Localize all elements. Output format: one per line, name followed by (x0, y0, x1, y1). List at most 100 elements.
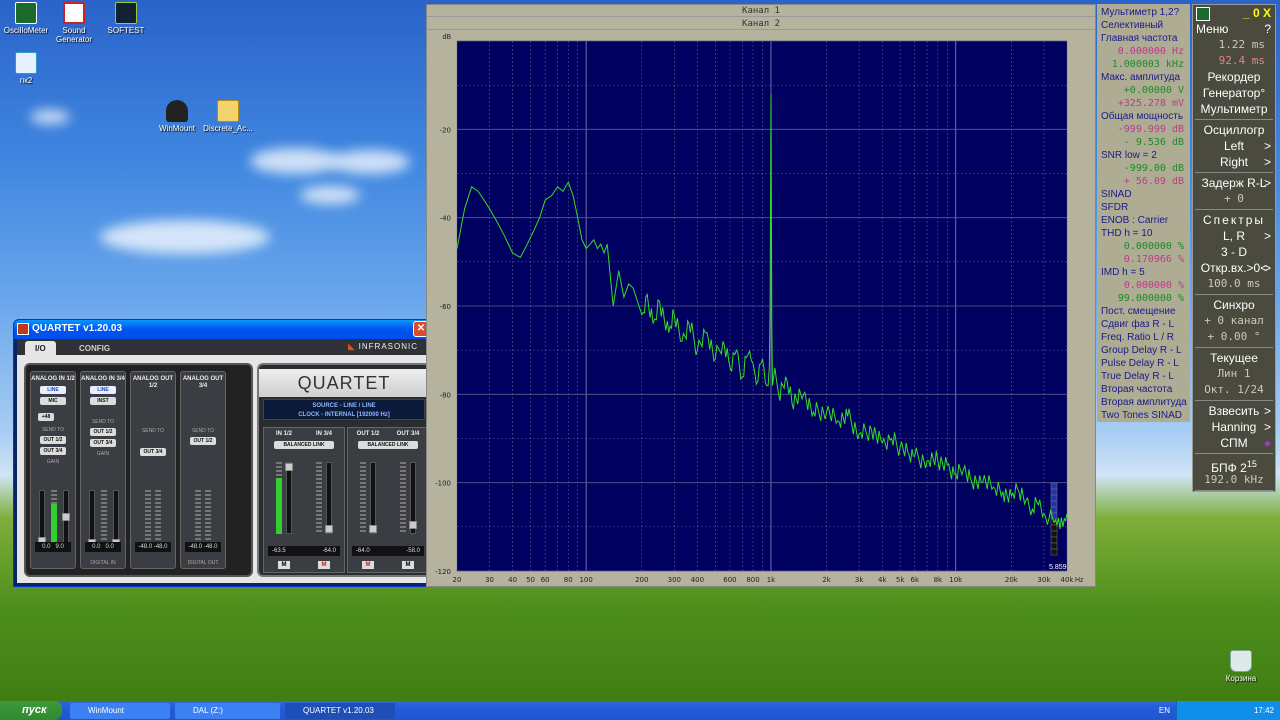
send-out34-button[interactable]: OUT 3/4 (90, 439, 116, 447)
task-dal[interactable]: DAL (Z:) (175, 703, 280, 719)
spectrum-chart[interactable]: -20 -40 -60 -80 -100 -12020 30 40 50 60 80 100 200 30… (427, 31, 1095, 587)
control-item[interactable]: L, R > (1193, 228, 1275, 244)
phantom-button[interactable]: +48 (38, 413, 54, 421)
fader-knob[interactable] (325, 525, 333, 533)
multimeter-line[interactable]: IMD h = 5 (1101, 266, 1190, 279)
multimeter-line[interactable]: SNR low = 2 (1101, 149, 1190, 162)
send-out34-button[interactable]: OUT 3/4 (40, 447, 66, 455)
send-out12-button[interactable]: OUT 1/2 (40, 436, 66, 444)
fader-knob[interactable] (285, 463, 293, 471)
control-item[interactable]: Мультиметр (1193, 101, 1275, 117)
multimeter-line[interactable]: Freq. Ratio L / R (1101, 331, 1190, 344)
control-item[interactable]: Left > (1193, 138, 1275, 154)
gain-fader[interactable] (62, 490, 70, 548)
send-to-label: SEND TO (191, 428, 215, 434)
desktop-icon-label: WinMount (158, 124, 195, 133)
multimeter-line[interactable]: Two Tones SINAD (1101, 409, 1190, 422)
monitor-fader[interactable] (409, 462, 417, 534)
gain-fader[interactable] (112, 490, 120, 548)
tab-config[interactable]: CONFIG (69, 341, 120, 355)
desktop-icon-discrete-ac[interactable]: Discrete_Ac... (200, 100, 256, 133)
monitor-fader[interactable] (369, 462, 377, 534)
menu-button[interactable]: Меню? (1193, 21, 1275, 37)
help-button[interactable]: ? (1264, 21, 1271, 37)
multimeter-line[interactable]: Вторая амплитуда (1101, 396, 1190, 409)
control-item[interactable]: Откр.вх.>0< > (1193, 260, 1275, 276)
send-out34-button[interactable]: OUT 3/4 (140, 448, 166, 456)
desktop-icon-winmount[interactable]: WinMount (149, 100, 205, 133)
gain-fader[interactable] (38, 490, 46, 548)
monitor-fader[interactable] (285, 462, 293, 534)
fader-knob[interactable] (409, 521, 417, 529)
control-item[interactable]: Взвесить > (1193, 403, 1275, 419)
mute-button[interactable]: M (362, 561, 374, 569)
multimeter-line[interactable]: True Delay R - L (1101, 370, 1190, 383)
fader-knob[interactable] (62, 513, 70, 521)
send-out12-button[interactable]: OUT 1/2 (190, 437, 216, 445)
multimeter-line[interactable]: Pulse Delay R - L (1101, 357, 1190, 370)
control-item[interactable]: 3 - D (1193, 244, 1275, 260)
desktop-icon-sound-generator[interactable]: Sound Generator (46, 2, 102, 44)
multimeter-line[interactable]: Пост. смещение (1101, 305, 1190, 318)
multimeter-line[interactable]: Общая мощность (1101, 110, 1190, 123)
task-quartet[interactable]: QUARTET v1.20.03 (285, 703, 395, 719)
separator (1195, 453, 1273, 454)
balanced-link-button[interactable]: BALANCED LINK (274, 441, 334, 449)
control-item[interactable]: Синхро (1193, 297, 1275, 313)
control-item[interactable]: БПФ 215 (1193, 456, 1275, 475)
control-panel[interactable]: _ 0 X Меню? 1.22 ms 92.4 ms Рекордер Гене… (1192, 4, 1276, 492)
control-item-label: Задерж R-L (1201, 176, 1267, 190)
control-item[interactable]: Задерж R-L > (1193, 175, 1275, 191)
balanced-link-button[interactable]: BALANCED LINK (358, 441, 418, 449)
desktop-icon-recycle-bin[interactable]: Корзина (1213, 650, 1269, 683)
window-buttons[interactable]: _ 0 X (1243, 5, 1271, 21)
multimeter-line[interactable]: SFDR (1101, 201, 1190, 214)
language-indicator[interactable]: EN (1159, 701, 1170, 720)
control-item[interactable]: СПМ ● (1193, 435, 1275, 451)
mute-button[interactable]: M (402, 561, 414, 569)
control-item[interactable]: Спектры (1193, 212, 1275, 228)
multimeter-line[interactable]: Group Delay R - L (1101, 344, 1190, 357)
multimeter-line[interactable]: Макс. амплитуда (1101, 71, 1190, 84)
multimeter-panel[interactable]: Мультиметр 1,2? Селективный Главная часто… (1097, 4, 1190, 422)
desktop-icon-pk2[interactable]: пк2 (0, 52, 54, 85)
control-item[interactable]: Рекордер (1193, 69, 1275, 85)
control-item[interactable]: Генератор° (1193, 85, 1275, 101)
brand-logo: ◣ INFRASONIC (348, 342, 418, 351)
multimeter-line[interactable]: Селективный (1101, 19, 1190, 32)
line-button[interactable]: LINE (40, 386, 66, 394)
fader-knob[interactable] (369, 525, 377, 533)
control-item-label: Лин 1 (1217, 367, 1251, 380)
control-item[interactable]: Осциллогр (1193, 122, 1275, 138)
spectrum-window[interactable]: Канал 1 Канал 2 -20 -40 -60 -80 -100 -120 20 30… (426, 4, 1096, 587)
multimeter-line[interactable]: Вторая частота (1101, 383, 1190, 396)
multimeter-line[interactable]: THD h = 10 (1101, 227, 1190, 240)
multimeter-line[interactable]: ENOB : Carrier (1101, 214, 1190, 227)
mic-button[interactable]: MIC (40, 397, 66, 405)
task-winmount[interactable]: WinMount (70, 703, 170, 719)
multimeter-line[interactable]: Сдвиг фаз R - L (1101, 318, 1190, 331)
control-item[interactable]: Right > (1193, 154, 1275, 170)
mute-button[interactable]: M (318, 561, 330, 569)
multimeter-line[interactable]: SINAD (1101, 188, 1190, 201)
chevron-right-icon: > (1263, 155, 1271, 169)
desktop-icon-softest[interactable]: SOFTEST (98, 2, 154, 35)
monitor-fader[interactable] (325, 462, 333, 534)
quartet-titlebar[interactable]: QUARTET v1.20.03 ✕ (14, 320, 431, 339)
channel-1-header[interactable]: Канал 1 (427, 5, 1095, 17)
quartet-window[interactable]: QUARTET v1.20.03 ✕ I/O CONFIG ◣ INFRASON… (13, 319, 432, 587)
multimeter-line[interactable]: Главная частота (1101, 32, 1190, 45)
start-button[interactable]: пуск (0, 701, 62, 720)
clock[interactable]: 17:42 (1254, 706, 1274, 715)
tab-io[interactable]: I/O (25, 341, 56, 355)
control-item[interactable]: Текущее (1193, 350, 1275, 366)
level-meter (51, 490, 57, 548)
control-item[interactable]: Hanning > (1193, 419, 1275, 435)
channel-2-header[interactable]: Канал 2 (427, 18, 1095, 30)
inst-button[interactable]: INST (90, 397, 116, 405)
line-button[interactable]: LINE (90, 386, 116, 394)
send-out12-button[interactable]: OUT 1/2 (90, 428, 116, 436)
gain-fader[interactable] (88, 490, 96, 548)
menu-label: Меню (1196, 22, 1229, 36)
mute-button[interactable]: M (278, 561, 290, 569)
